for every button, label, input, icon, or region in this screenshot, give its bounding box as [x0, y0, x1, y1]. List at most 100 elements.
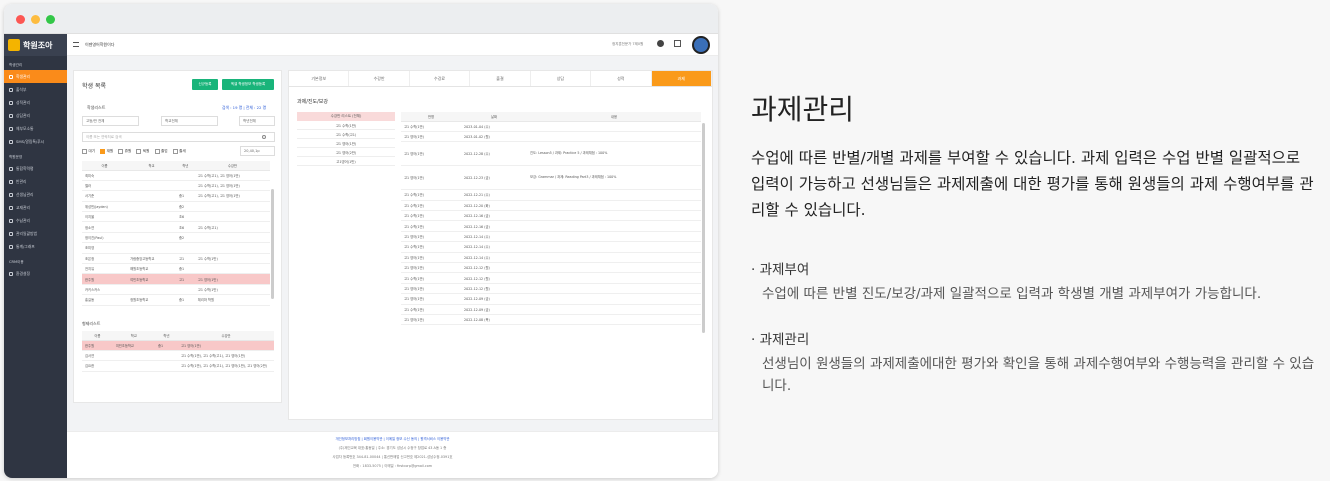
status-checkbox[interactable]: 대기	[82, 149, 95, 154]
table-row[interactable]: 고1 수학(1반) 2022-12-09 (금)	[401, 304, 701, 315]
hamburger-icon[interactable]	[73, 42, 79, 47]
sidebar-item[interactable]: 교재관리	[4, 201, 67, 214]
class-list-item[interactable]: 고1 수학(1반)	[297, 121, 395, 130]
tab-item[interactable]: 기본정보	[289, 71, 350, 86]
footer-links[interactable]: 개인정보처리방침 | 회원이용약관 | 이메일 정보 수신 동의 | 원격서비스…	[67, 436, 718, 441]
table-row[interactable]: 고1 영어(1반) 2022-12-14 (수)	[401, 252, 701, 264]
minimize-dot-icon[interactable]	[31, 15, 40, 24]
sidebar-item[interactable]: 출석부	[4, 83, 67, 96]
tab-item[interactable]: 과제	[651, 71, 712, 86]
sidebar-item[interactable]: 성적관리	[4, 96, 67, 109]
sidebar-item[interactable]: 반관리	[4, 175, 67, 188]
table-row[interactable]: 위성민(Jayden) 중2	[82, 201, 270, 213]
table-row[interactable]: 김서연 고1 수학(1반), 고1 수학(고1), 고1 영어(1반)	[82, 350, 274, 362]
bulk-register-button[interactable]: 엑셀 학생정보 학생등록	[222, 79, 274, 90]
help-icon[interactable]	[657, 40, 664, 47]
sidebar-item[interactable]: 통합학력평	[4, 162, 67, 175]
tab-item[interactable]: 수강료	[410, 71, 471, 86]
sidebar-item[interactable]: 수납관리	[4, 214, 67, 227]
table-row[interactable]: 고1 수학(1반) 2022-12-12 (월)	[401, 272, 701, 284]
page-size-select[interactable]: 20,40,1p	[240, 146, 275, 156]
table-row[interactable]: 고1 수학(1반) 2022-12-16 (금)	[401, 210, 701, 222]
table-cell: 초6	[175, 211, 195, 223]
search-icon[interactable]	[262, 135, 266, 139]
table-row[interactable]: 전지유 해원초등학교 중1	[82, 263, 270, 275]
class-list-item[interactable]: 고1 영어(1반)	[297, 139, 395, 148]
sidebar-item[interactable]: 환경설정	[4, 267, 67, 280]
tab-item[interactable]: 수강반	[349, 71, 410, 86]
table-row[interactable]: 조은정 가람중앙고등학교 고1 고1 수학(1반)	[82, 253, 270, 265]
table-row[interactable]: 고1 영어(1반) 2022-12-28 (수) 진도: Lesson5 / 과제:…	[401, 141, 701, 167]
table-row[interactable]: 고1 영어(1반) 2022-12-12 (월)	[401, 262, 701, 274]
sidebar-item[interactable]: SMS/알림톡/푸시	[4, 135, 67, 148]
table-row[interactable]: 정소연 초6 고1 수학(고1)	[82, 221, 270, 233]
table-row[interactable]: 고1 영어(1반) 2022-12-08 (목)	[401, 314, 701, 326]
avatar[interactable]	[692, 36, 710, 54]
table-cell	[175, 170, 195, 181]
table-row[interactable]: 엘라 고1 수학(고1), 고1 영어(1반)	[82, 180, 270, 192]
app-logo[interactable]: 학원조아	[4, 34, 67, 56]
column-header: 날짜	[461, 112, 527, 122]
status-checkbox[interactable]: 휴원	[118, 149, 131, 154]
sidebar-item-label: 환경설정	[16, 270, 30, 276]
table-row[interactable]: 고1 수학(1반) 2022-12-14 (수)	[401, 241, 701, 253]
table-row[interactable]: 조미영	[82, 242, 270, 254]
tab-item[interactable]: 출결	[470, 71, 531, 86]
table-row[interactable]: 한주원 여민초등학교 고1 고1 영어(1반)	[82, 273, 270, 285]
table-row[interactable]: 한주원 여민초등학교 중1 고1 영어(1반)	[82, 340, 274, 351]
table-row[interactable]: 카키스카스 고1 수학(1반)	[82, 284, 270, 296]
class-list-item[interactable]: 고1영어(1반)	[297, 157, 395, 166]
table-cell	[194, 232, 270, 244]
table-cell: 2022-12-28 (수)	[461, 141, 527, 167]
class-list-item[interactable]: 고1 영어(2반)	[297, 148, 395, 157]
table-row[interactable]: 서기준 중1 고1 수학(고1), 고1 영어(1반)	[82, 190, 270, 202]
table-row[interactable]: 고1 영어(1반) 2023-01-02 (월)	[401, 131, 701, 143]
table-row[interactable]: 고1 영어(1반) 2022-12-14 (수)	[401, 231, 701, 243]
sidebar-item[interactable]: 학생관리	[4, 70, 67, 83]
table-row[interactable]: 이지을 초6	[82, 211, 270, 223]
grade-filter-select[interactable]: 학년전체	[239, 116, 275, 126]
status-checkbox[interactable]: 졸업	[154, 149, 168, 154]
table-cell	[527, 241, 701, 253]
maximize-dot-icon[interactable]	[46, 15, 55, 24]
table-row[interactable]: 김요한 고1 수학(1반), 고1 수학(고1), 고1 영어(1반), 고1 영…	[82, 360, 274, 372]
close-dot-icon[interactable]	[16, 15, 25, 24]
student-table-header: 이름 학교 학년 수강반	[82, 161, 270, 171]
tab-item[interactable]: 성적	[591, 71, 652, 86]
table-cell: 고1 수학(1반)	[401, 121, 461, 132]
class-filter-select[interactable]: 고등/반 전체	[82, 116, 139, 126]
table-row[interactable]: 고1 영어(1반) 2022-12-12 (월)	[401, 283, 701, 295]
menu-icon	[9, 166, 13, 171]
menu-icon	[9, 218, 13, 223]
student-table-scrollbar[interactable]	[271, 189, 274, 299]
search-input[interactable]: 이름 또는 연락처로 검색	[82, 132, 275, 142]
status-checkbox[interactable]: 재원	[100, 149, 113, 154]
message-icon[interactable]	[674, 40, 681, 47]
table-row[interactable]: 홍길동 정원초등학교 중1 체리마 학원	[82, 294, 270, 306]
table-row[interactable]: 고1 영어(1반) 2022-12-09 (금)	[401, 293, 701, 305]
sidebar-item[interactable]: 통계/그래프	[4, 240, 67, 253]
tab-item[interactable]: 상담	[531, 71, 592, 86]
table-row[interactable]: 고1 수학(1반) 2022-12-20 (화)	[401, 200, 701, 212]
table-row[interactable]: 고1 수학(1반) 2022-12-21 (수)	[401, 189, 701, 201]
sidebar-item[interactable]: 상담관리	[4, 109, 67, 122]
table-cell: 고1 수학(고1), 고1 영어(1반)	[194, 170, 270, 181]
homework-scrollbar[interactable]	[702, 123, 705, 333]
table-row[interactable]: 고1 수학(1반) 2022-12-16 (금)	[401, 220, 701, 232]
checkbox-icon	[100, 149, 106, 154]
sidebar-item[interactable]: 관리일괄방법	[4, 227, 67, 240]
status-checkbox[interactable]: 퇴원	[136, 149, 150, 154]
sidebar-item[interactable]: 체부모소통	[4, 122, 67, 135]
school-filter-select[interactable]: 학교전체	[161, 116, 218, 126]
table-cell: 체리마 학원	[194, 294, 270, 306]
table-row[interactable]: 최미숙 고1 수학(고1), 고1 영어(1반)	[82, 170, 270, 181]
new-student-button[interactable]: 신규등록	[192, 79, 218, 90]
table-cell: 위성민(Jayden)	[82, 201, 128, 213]
sidebar-item[interactable]: 선생님관리	[4, 188, 67, 201]
status-checkbox[interactable]: 졸세	[172, 149, 186, 154]
table-row[interactable]: 정이진(Paul) 중2	[82, 232, 270, 244]
class-list-item[interactable]: 고1 수학(고1)	[297, 130, 395, 139]
table-cell: 고1 영어(1반)	[177, 340, 274, 351]
table-row[interactable]: 고1 영어(1반) 2022-12-23 (금) 보강: Grammar / 과제:…	[401, 165, 701, 191]
table-row[interactable]: 고1 수학(1반) 2023-01-04 (수)	[401, 121, 701, 132]
